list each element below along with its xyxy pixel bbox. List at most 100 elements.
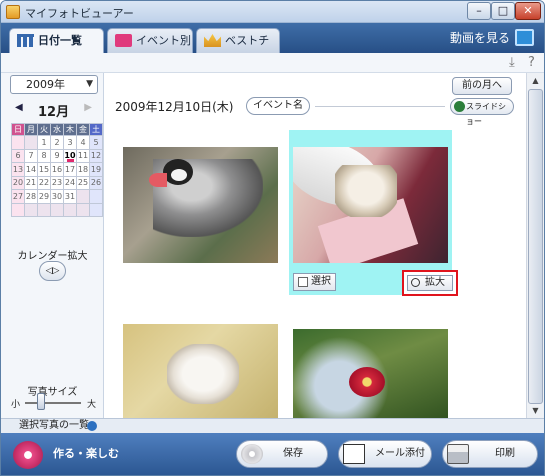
expand-arrow-icon[interactable]	[87, 421, 97, 431]
photo-size-label: 写真サイズ	[27, 387, 78, 398]
calendar-day[interactable]: 20	[11, 175, 25, 190]
print-button[interactable]: 印刷	[442, 440, 538, 468]
calendar-day[interactable]: 17	[63, 162, 77, 177]
tab-best-choice[interactable]: ベストチョイス	[196, 28, 280, 70]
month-navigator: ◀ 12月 ▶	[10, 101, 98, 120]
import-icon[interactable]: ⤓	[509, 55, 515, 70]
calendar-day[interactable]: 24	[63, 175, 77, 190]
calendar-day[interactable]: 27	[11, 189, 25, 204]
weekday-header: 月	[24, 123, 38, 136]
calendar-day[interactable]: 28	[24, 189, 38, 204]
calendar-day	[76, 202, 90, 217]
create-enjoy-button[interactable]: 作る・楽しむ	[13, 439, 123, 469]
calendar-day[interactable]: 15	[37, 162, 51, 177]
calendar-day	[50, 202, 64, 217]
calendar-day[interactable]: 19	[89, 162, 103, 177]
calendar-day	[11, 135, 25, 150]
calendar-day[interactable]: 7	[24, 148, 38, 163]
mail-attach-button[interactable]: メール添付	[338, 440, 432, 468]
calendar-day[interactable]: 10	[63, 148, 77, 163]
vertical-scrollbar[interactable]: ▲ ▼	[526, 73, 544, 418]
zoom-button[interactable]: 拡大	[407, 275, 453, 291]
bottom-action-bar: 作る・楽しむ 保存 メール添付 印刷	[1, 433, 544, 475]
sub-toolbar: ⤓ ?	[1, 53, 544, 73]
calendar-day[interactable]: 1	[37, 135, 51, 150]
weekday-header: 土	[89, 123, 103, 136]
calendar-day[interactable]: 8	[37, 148, 51, 163]
minimize-button[interactable]: –	[467, 2, 491, 20]
weekday-header: 金	[76, 123, 90, 136]
photo-size-slider[interactable]	[25, 402, 81, 404]
calendar-day[interactable]: 31	[63, 189, 77, 204]
magnifier-icon	[411, 278, 420, 287]
size-large-label: 大	[87, 400, 97, 410]
calendar-day[interactable]: 2	[50, 135, 64, 150]
mail-label: メール添付	[375, 448, 425, 459]
tab-date-list[interactable]: 日付一覧	[9, 28, 104, 53]
calendar-day[interactable]: 18	[76, 162, 90, 177]
calendar-zoom-button[interactable]: ◁▷	[39, 261, 66, 281]
calendar-day[interactable]: 6	[11, 148, 25, 163]
calendar-day[interactable]: 22	[37, 175, 51, 190]
scroll-thumb[interactable]	[528, 89, 543, 404]
hamster-image	[335, 165, 397, 217]
hamster-image	[167, 344, 239, 404]
mini-calendar: 日月火水木金土 1 2 3 4 5 6 7 8 9 10 11 12 13 14 15 16 17 18 19 20 2…	[11, 123, 103, 217]
year-select[interactable]: 2009年 ▼	[10, 75, 98, 94]
tab-label: 日付一覧	[38, 34, 82, 47]
calendar-day[interactable]: 5	[89, 135, 103, 150]
select-checkbox[interactable]: 選択	[293, 273, 336, 291]
save-button[interactable]: 保存	[236, 440, 328, 468]
slideshow-label: スライドショー	[466, 102, 506, 126]
calendar-day[interactable]: 3	[63, 135, 77, 150]
help-icon[interactable]: ?	[528, 55, 535, 70]
next-month-arrow-icon[interactable]: ▶	[84, 102, 92, 113]
app-window: マイフォトビューアー – □ ✕ 日付一覧 イベント別 ベストチョイス 動画を見…	[0, 0, 545, 476]
event-name-button[interactable]: イベント名	[246, 97, 310, 115]
year-value: 2009年	[26, 78, 65, 91]
tab-events[interactable]: イベント別	[107, 28, 193, 53]
photo-thumbnail[interactable]	[293, 329, 448, 418]
calendar-day	[11, 202, 25, 217]
scroll-up-icon[interactable]: ▲	[528, 73, 543, 88]
photo-thumbnail[interactable]	[123, 147, 278, 263]
calendar-sidebar: 2009年 ▼ ◀ 12月 ▶ 日月火水木金土 1 2 3 4 5 6 7 8 9 10 11 12 1…	[1, 73, 104, 418]
camellia-image	[349, 367, 385, 397]
bird-cheek	[171, 169, 187, 181]
photo-thumbnail-selected[interactable]	[293, 147, 448, 263]
bird-beak	[149, 173, 167, 187]
calendar-day[interactable]: 29	[37, 189, 51, 204]
weekday-header: 水	[50, 123, 64, 136]
zoom-button-highlight: 拡大	[402, 270, 458, 296]
calendar-day[interactable]: 4	[76, 135, 90, 150]
calendar-day[interactable]: 30	[50, 189, 64, 204]
calendar-day[interactable]: 13	[11, 162, 25, 177]
calendar-day[interactable]: 26	[89, 175, 103, 190]
calendar-day[interactable]: 11	[76, 148, 90, 163]
play-icon	[454, 101, 465, 112]
printer-icon	[447, 444, 469, 464]
calendar-day[interactable]: 9	[50, 148, 64, 163]
photo-thumbnail[interactable]	[123, 324, 278, 418]
slideshow-button[interactable]: スライドショー	[450, 98, 514, 126]
calendar-day[interactable]: 23	[50, 175, 64, 190]
slider-thumb[interactable]	[37, 393, 45, 410]
calendar-day	[63, 202, 77, 217]
calendar-zoom-label: カレンダー拡大	[17, 251, 88, 262]
calendar-day[interactable]: 14	[24, 162, 38, 177]
maximize-button[interactable]: □	[491, 2, 515, 20]
calendar-day[interactable]: 12	[89, 148, 103, 163]
selected-list-label: 選択写真の一覧	[19, 420, 89, 431]
close-button[interactable]: ✕	[515, 2, 541, 20]
app-icon	[6, 5, 20, 19]
watch-video-button[interactable]: 動画を見る	[450, 27, 536, 49]
calendar-day[interactable]: 16	[50, 162, 64, 177]
calendar-day[interactable]: 25	[76, 175, 90, 190]
prev-month-arrow-icon[interactable]: ◀	[15, 102, 23, 113]
slideshow-icon	[515, 29, 534, 46]
selected-photos-strip[interactable]: 選択写真の一覧	[1, 418, 544, 433]
calendar-day[interactable]: 21	[24, 175, 38, 190]
tab-bar: 日付一覧 イベント別 ベストチョイス 動画を見る	[1, 23, 544, 70]
prev-month-button[interactable]: 前の月へ	[452, 77, 512, 95]
scroll-down-icon[interactable]: ▼	[528, 403, 543, 418]
